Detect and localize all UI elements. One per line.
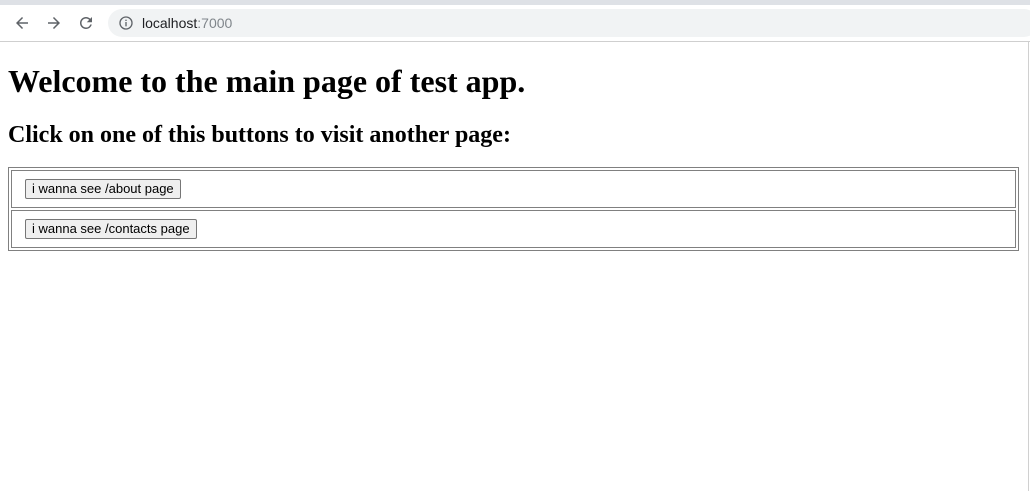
back-button[interactable] <box>8 9 36 37</box>
about-page-button[interactable]: i wanna see /about page <box>25 179 181 199</box>
contacts-page-button[interactable]: i wanna see /contacts page <box>25 219 197 239</box>
page-content: Welcome to the main page of test app. Cl… <box>0 42 1028 491</box>
page-title: Welcome to the main page of test app. <box>8 63 526 99</box>
browser-toolbar: localhost:7000 <box>0 5 1030 42</box>
page-right-edge <box>1028 42 1029 491</box>
info-circle-icon[interactable] <box>118 15 134 31</box>
page-subtitle: Click on one of this buttons to visit an… <box>8 122 511 148</box>
forward-button[interactable] <box>40 9 68 37</box>
table-row: i wanna see /about page <box>11 170 1016 208</box>
table-cell: i wanna see /about page <box>11 170 1016 208</box>
table-cell: i wanna see /contacts page <box>11 210 1016 248</box>
arrow-right-icon <box>48 17 60 29</box>
url-port: :7000 <box>197 15 233 31</box>
buttons-table: i wanna see /about page i wanna see /con… <box>8 167 1019 251</box>
url-host: localhost <box>142 15 198 31</box>
reload-icon <box>80 17 92 29</box>
table-row: i wanna see /contacts page <box>11 210 1016 248</box>
arrow-left-icon <box>16 17 28 29</box>
address-url: localhost:7000 <box>142 9 232 37</box>
reload-button[interactable] <box>72 9 100 37</box>
address-bar[interactable]: localhost:7000 <box>108 9 1030 37</box>
